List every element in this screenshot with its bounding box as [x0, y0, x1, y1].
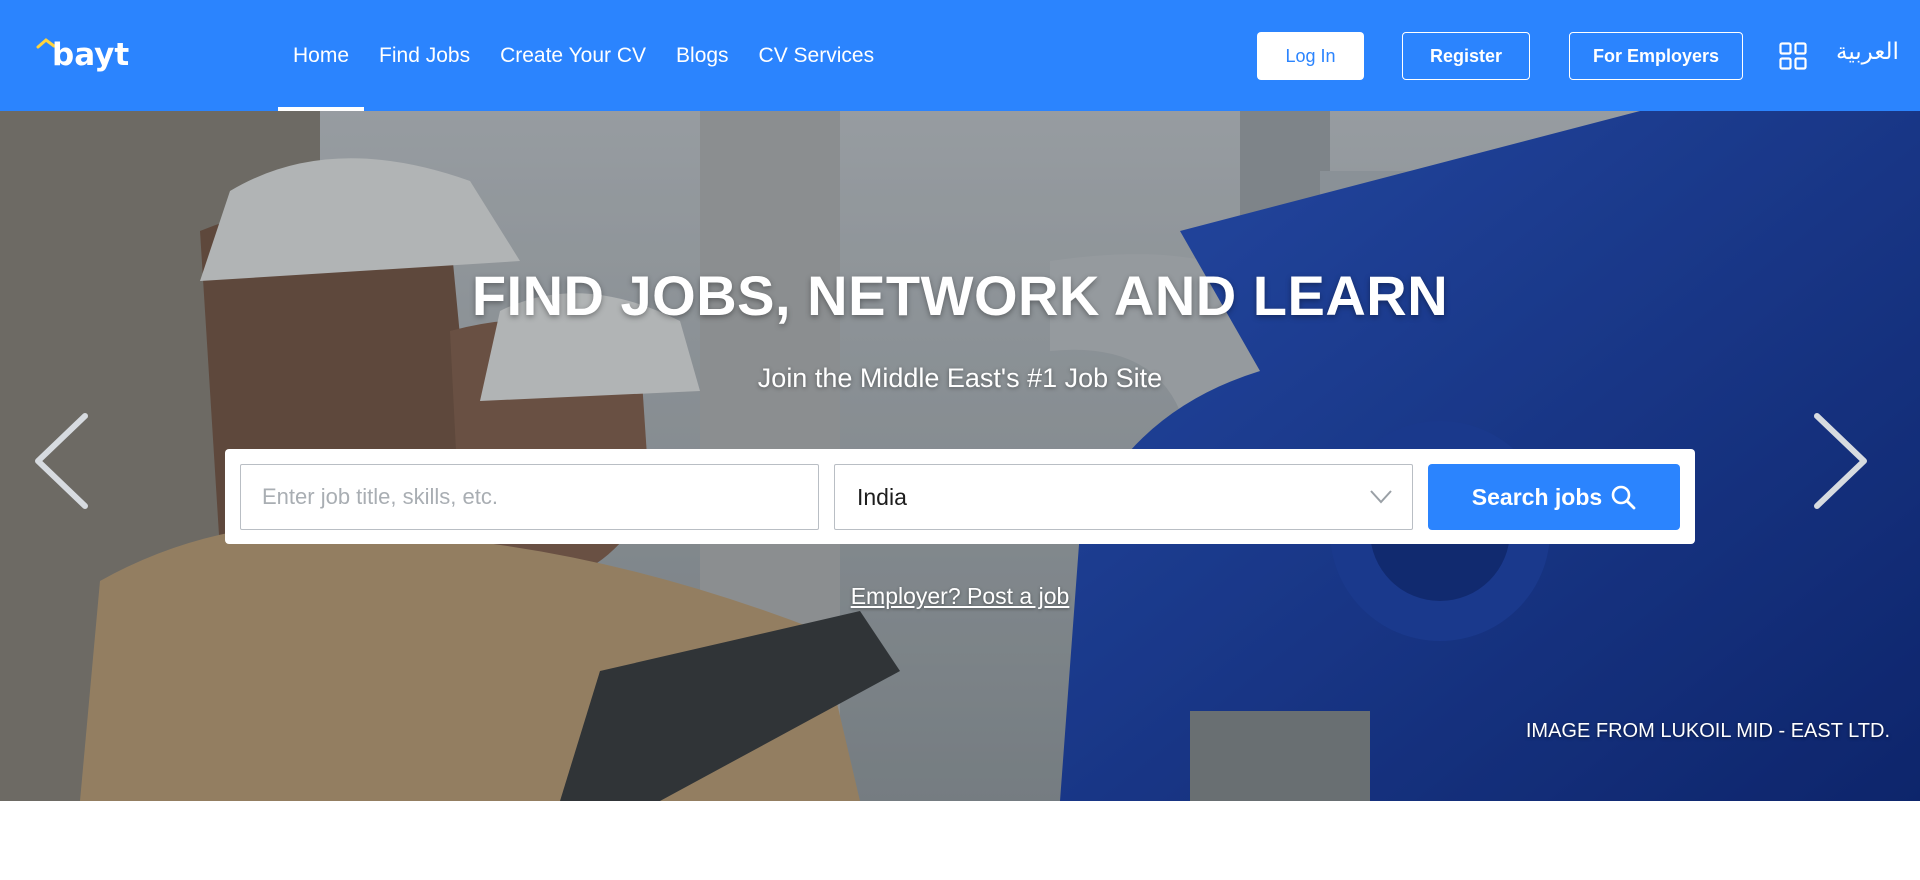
chevron-left-icon[interactable]	[30, 411, 90, 511]
hero-banner: FIND JOBS, NETWORK AND LEARN Join the Mi…	[0, 111, 1920, 801]
country-select[interactable]: India	[834, 464, 1413, 530]
main-nav: Home Find Jobs Create Your CV Blogs CV S…	[278, 0, 889, 111]
hero-title: FIND JOBS, NETWORK AND LEARN	[471, 264, 1449, 327]
employer-post-job-container: Employer? Post a job	[0, 583, 1920, 610]
job-search-input[interactable]	[240, 464, 819, 530]
chevron-down-icon	[1370, 490, 1392, 504]
chevron-right-icon[interactable]	[1812, 411, 1872, 511]
hero-subtitle: Join the Middle East's #1 Job Site	[757, 363, 1163, 393]
register-button[interactable]: Register	[1402, 32, 1530, 80]
top-navigation-bar: bayt Home Find Jobs Create Your CV Blogs…	[0, 0, 1920, 111]
nav-cv-services[interactable]: CV Services	[744, 0, 890, 111]
nav-blogs[interactable]: Blogs	[661, 0, 744, 111]
image-credit: IMAGE FROM LUKOIL MID - EAST LTD.	[1525, 720, 1890, 742]
language-switch-link[interactable]: العربية	[1836, 38, 1899, 65]
search-icon	[1611, 485, 1636, 510]
country-select-value: India	[857, 483, 907, 510]
bayt-logo[interactable]: bayt	[36, 34, 170, 74]
grid-icon[interactable]	[1779, 42, 1807, 70]
nav-create-cv[interactable]: Create Your CV	[485, 0, 661, 111]
job-search-form: India Search jobs	[225, 449, 1695, 544]
nav-find-jobs[interactable]: Find Jobs	[364, 0, 485, 111]
for-employers-button[interactable]: For Employers	[1569, 32, 1743, 80]
search-jobs-button[interactable]: Search jobs	[1428, 464, 1680, 530]
search-jobs-label: Search jobs	[1471, 483, 1603, 510]
employer-post-job-link[interactable]: Employer? Post a job	[851, 583, 1070, 609]
nav-home[interactable]: Home	[278, 0, 365, 111]
login-button[interactable]: Log In	[1257, 32, 1364, 80]
svg-text:bayt: bayt	[52, 37, 129, 73]
